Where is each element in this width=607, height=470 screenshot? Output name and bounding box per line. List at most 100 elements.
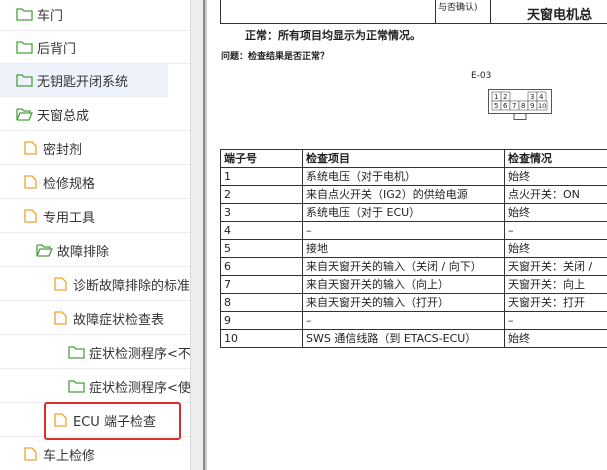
section-title: 天窗电机总 — [527, 8, 593, 23]
tree-item-keyless-entry[interactable]: 无钥匙开闭系统 — [0, 64, 168, 97]
table-cell: 7 — [220, 275, 303, 294]
tree-item-tailgate[interactable]: 后背门 — [0, 31, 190, 64]
document-icon — [54, 311, 67, 325]
tree-item-troubleshooting[interactable]: 故障排除 — [0, 234, 190, 267]
table-cell: 来自天窗开关的输入（关闭 / 向下） — [302, 257, 505, 276]
folder-icon — [68, 380, 85, 393]
table-row: 10 SWS 通信线路（到 ETACS-ECU） 始终 — [220, 329, 607, 348]
tree-scrollbar[interactable] — [190, 0, 203, 470]
table-cell: 天窗开关：打开 — [504, 293, 607, 312]
folder-icon — [16, 74, 33, 87]
table-cell: 2 — [220, 185, 303, 204]
connector-pin-label: 3 — [530, 93, 534, 101]
terminal-check-table: 端子号 检查项目 检查情况 1 系统电压（对于电机） 始终 2 来自点火开关（I… — [220, 149, 607, 348]
selection-highlight-box — [44, 402, 181, 440]
connector-pin-label: 7 — [512, 102, 516, 110]
table-cell: 接地 — [302, 239, 505, 258]
table-cell: – — [302, 311, 505, 330]
tree-item-sunroof-assembly[interactable]: 天窗总成 — [0, 98, 190, 131]
table-row: 2 来自点火开关（IG2）的供给电源 点火开关：ON — [220, 185, 607, 204]
table-row: 3 系统电压（对于 ECU） 始终 — [220, 203, 607, 222]
tree-item-sealant[interactable]: 密封剂 — [0, 132, 190, 165]
table-row: 4 – – — [220, 221, 607, 240]
connector-pin-label: 5 — [494, 102, 498, 110]
table-cell: 3 — [220, 203, 303, 222]
table-row: 7 来自天窗开关的输入（向上） 天窗开关：向上 — [220, 275, 607, 294]
tree-item-label: 故障症状检查表 — [73, 312, 165, 328]
tree-item-symptom-procedure-1[interactable]: 症状检测程序<不 — [0, 336, 190, 369]
folder-open-icon — [16, 108, 33, 121]
table-cell: – — [302, 221, 505, 240]
tree-item-label: 车上检修 — [43, 448, 96, 464]
table-cell: 点火开关：ON — [504, 185, 607, 204]
connector-pin-label: 10 — [538, 102, 546, 110]
connector-pin-label: 1 — [494, 93, 498, 101]
tree-item-label: 诊断故障排除的标准 — [73, 278, 190, 294]
table-header-row: 端子号 检查项目 检查情况 — [220, 149, 607, 168]
document-icon — [24, 447, 37, 461]
table-cell: 10 — [220, 329, 303, 348]
table-cell: 始终 — [504, 203, 607, 222]
table-cell: 来自天窗开关的输入（打开） — [302, 293, 505, 312]
tree-item-label: 专用工具 — [43, 210, 96, 226]
tree-item-label: 天窗总成 — [37, 108, 90, 124]
folder-icon — [16, 8, 33, 21]
folder-icon — [16, 41, 33, 54]
top-table-cell — [220, 0, 436, 24]
table-cell: 始终 — [504, 239, 607, 258]
question-text: 问题：检查结果是否正常？ — [221, 52, 330, 62]
tree-item-label: 无钥匙开闭系统 — [37, 74, 129, 90]
table-cell: 始终 — [504, 167, 607, 186]
tree-item-service-specs[interactable]: 检修规格 — [0, 166, 190, 199]
tree-item-label: 密封剂 — [43, 142, 83, 158]
table-row: 6 来自天窗开关的输入（关闭 / 向下） 天窗开关：关闭 / — [220, 257, 607, 276]
tree-item-symptom-table[interactable]: 故障症状检查表 — [0, 302, 190, 335]
table-row: 8 来自天窗开关的输入（打开） 天窗开关：打开 — [220, 293, 607, 312]
column-header: 端子号 — [220, 149, 303, 168]
table-cell: 8 — [220, 293, 303, 312]
table-cell: 来自天窗开关的输入（向上） — [302, 275, 505, 294]
tree-item-label: 后背门 — [37, 41, 77, 57]
connector-diagram: 1 2 3 4 5 6 7 8 9 10 — [488, 89, 552, 120]
folder-icon — [68, 346, 85, 359]
tree-item-on-vehicle-service[interactable]: 车上检修 — [0, 438, 190, 470]
tree-item-diagnosis-standard[interactable]: 诊断故障排除的标准 — [0, 268, 190, 301]
navigation-tree: 车门 后背门 无钥匙开闭系统 天窗总成 密封剂 检修规格 专用工具 故障排除 诊… — [0, 0, 190, 470]
table-row: 5 接地 始终 — [220, 239, 607, 258]
tree-item-door[interactable]: 车门 — [0, 0, 190, 31]
column-header: 检查项目 — [302, 149, 505, 168]
table-cell: 9 — [220, 311, 303, 330]
connector-id: E-03 — [471, 71, 492, 81]
document-icon — [24, 141, 37, 155]
table-cell: 来自点火开关（IG2）的供给电源 — [302, 185, 505, 204]
document-icon — [24, 209, 37, 223]
table-cell: 4 — [220, 221, 303, 240]
table-cell: 系统电压（对于电机） — [302, 167, 505, 186]
tree-item-symptom-procedure-2[interactable]: 症状检测程序<使 — [0, 370, 190, 403]
table-row: 1 系统电压（对于电机） 始终 — [220, 167, 607, 186]
connector-pin-label: 4 — [539, 93, 544, 101]
table-cell: SWS 通信线路（到 ETACS-ECU） — [302, 329, 505, 348]
tree-item-label: 故障排除 — [57, 244, 110, 260]
tree-item-label: 车门 — [37, 8, 64, 24]
table-cell: 1 — [220, 167, 303, 186]
tree-item-special-tools[interactable]: 专用工具 — [0, 200, 190, 233]
table-cell: 6 — [220, 257, 303, 276]
top-table-cell: 与否确认) — [435, 0, 491, 24]
folder-open-icon — [36, 244, 53, 257]
connector-pin-label: 8 — [521, 102, 525, 110]
table-row: 9 – – — [220, 311, 607, 330]
table-cell: 5 — [220, 239, 303, 258]
document-icon — [54, 277, 67, 291]
tree-item-label: 症状检测程序<不 — [89, 346, 190, 362]
table-cell: 始终 — [504, 329, 607, 348]
tree-item-label: 检修规格 — [43, 176, 96, 192]
document-view: 与否确认) 天窗电机总 正常：所有项目均显示为正常情况。 问题：检查结果是否正常… — [207, 0, 607, 470]
connector-pin-label: 2 — [503, 93, 507, 101]
table-cell: 天窗开关：向上 — [504, 275, 607, 294]
table-cell: 系统电压（对于 ECU） — [302, 203, 505, 222]
normal-condition-text: 正常：所有项目均显示为正常情况。 — [245, 29, 421, 42]
table-cell: – — [504, 221, 607, 240]
column-header: 检查情况 — [504, 149, 607, 168]
document-icon — [24, 175, 37, 189]
